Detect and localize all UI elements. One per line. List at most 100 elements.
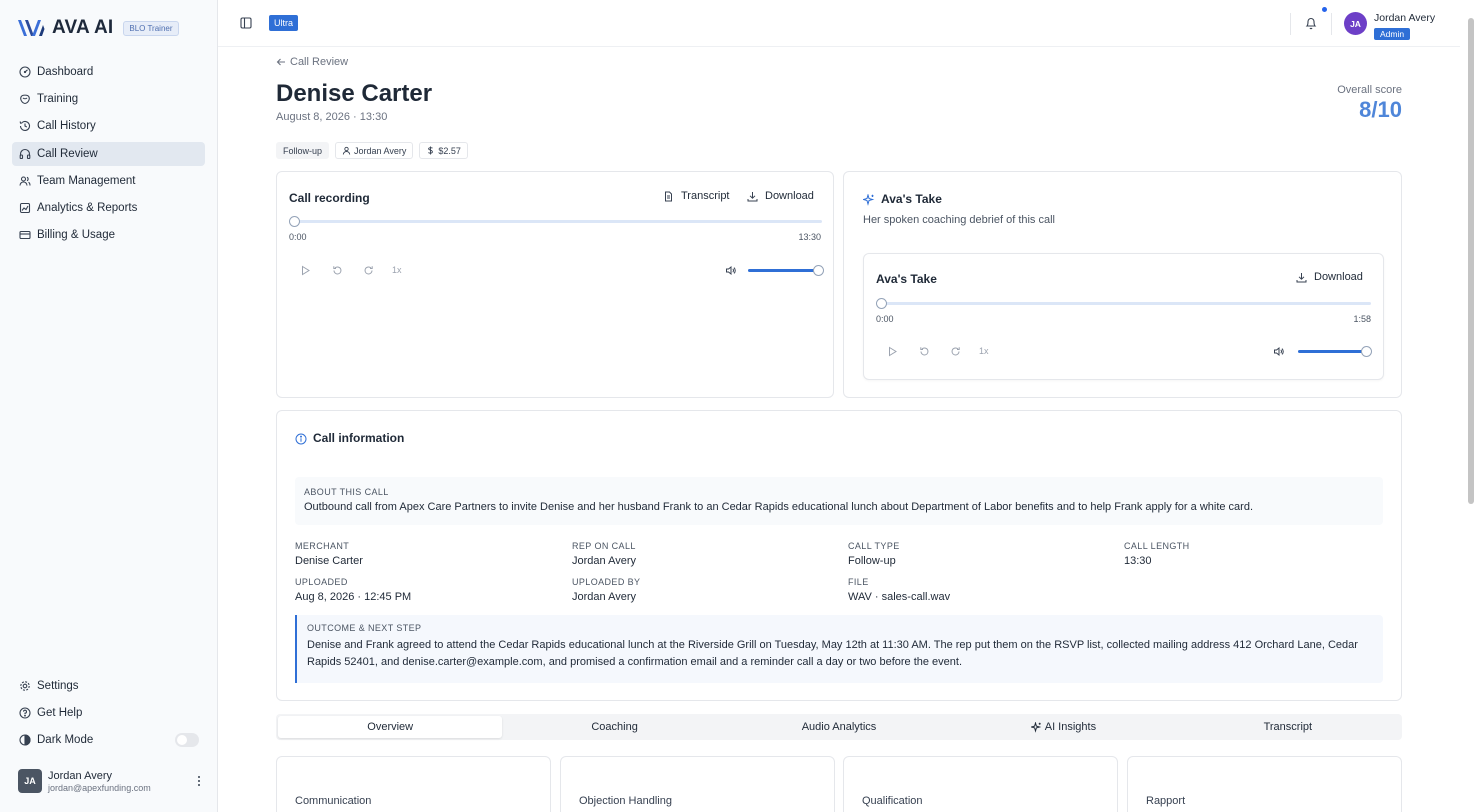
recording-progress-knob[interactable] — [289, 216, 300, 227]
field-caption: CALL LENGTH — [1124, 541, 1190, 551]
tab-audio-analytics[interactable]: Audio Analytics — [727, 716, 951, 738]
score-label: Overall score — [1337, 84, 1402, 96]
forward-icon[interactable] — [950, 346, 961, 357]
sidebar-item-team-management[interactable]: Team Management — [12, 169, 205, 193]
more-vertical-icon[interactable] — [194, 774, 204, 788]
tab-overview[interactable]: Overview — [278, 716, 503, 738]
download-ava-button[interactable]: Download — [1296, 271, 1363, 283]
brand-badge: BLO Trainer — [123, 20, 179, 36]
dark-mode-toggle[interactable] — [175, 733, 199, 748]
field-caption: CALL TYPE — [848, 541, 900, 551]
cost-chip-label: $2.57 — [438, 145, 461, 156]
metric-card-qualification: Qualification — [843, 756, 1118, 812]
settings-label: Settings — [37, 680, 79, 692]
field-value: Jordan Avery — [572, 555, 637, 567]
ava-player-title: Ava's Take — [876, 272, 937, 286]
play-icon[interactable] — [300, 265, 311, 276]
sidebar-item-analytics[interactable]: Analytics & Reports — [12, 196, 205, 220]
sidebar-toggle-icon[interactable] — [240, 17, 252, 29]
analytics-icon — [19, 202, 31, 213]
metric-label: Communication — [295, 795, 372, 807]
about-text: Outbound call from Apex Care Partners to… — [304, 501, 1254, 513]
sidebar-item-call-review[interactable]: Call Review — [12, 141, 205, 166]
recording-time-start: 0:00 — [289, 232, 307, 242]
ava-progress-knob[interactable] — [876, 298, 887, 309]
call-type-field: CALL TYPE Follow-up — [848, 541, 900, 567]
sidebar-item-billing[interactable]: Billing & Usage — [12, 223, 205, 247]
metric-card-rapport: Rapport — [1127, 756, 1402, 812]
field-value: Follow-up — [848, 555, 896, 567]
ava-volume-track[interactable] — [1298, 350, 1366, 353]
scrollbar[interactable] — [1468, 18, 1474, 504]
header-avatar[interactable]: JA — [1344, 12, 1367, 35]
sidebar-item-settings[interactable]: Settings — [12, 674, 205, 698]
field-value: 13:30 — [1124, 555, 1152, 567]
about-caption: ABOUT THIS CALL — [304, 487, 389, 497]
brand-name: AVA AI — [52, 17, 114, 38]
call-chips: Follow-up Jordan Avery $2.57 — [276, 142, 474, 159]
help-label: Get Help — [37, 707, 83, 720]
sidebar-item-training[interactable]: Training — [12, 87, 205, 111]
back-link[interactable]: Call Review — [276, 56, 348, 68]
recording-volume-track[interactable] — [748, 269, 818, 272]
tab-coaching[interactable]: Coaching — [502, 716, 726, 738]
tab-transcript[interactable]: Transcript — [1176, 716, 1400, 738]
sidebar-item-label: Call History — [37, 120, 96, 133]
call-info-title: Call information — [313, 431, 405, 445]
volume-icon[interactable] — [725, 265, 736, 276]
call-recording-card: Call recording Transcript Download 0:00 … — [276, 171, 834, 398]
review-tabs: Overview Coaching Audio Analytics AI Ins… — [276, 714, 1402, 740]
sidebar-item-label: Call Review — [37, 147, 98, 160]
sidebar: AVA AI BLO Trainer Dashboard Training Ca… — [0, 0, 218, 812]
sidebar-item-help[interactable]: Get Help — [12, 701, 205, 725]
forward-icon[interactable] — [363, 265, 374, 276]
outcome-next-step: OUTCOME & NEXT STEP Denise and Frank agr… — [295, 615, 1383, 683]
sidebar-user[interactable]: JA Jordan Avery jordan@apexfunding.com — [18, 769, 204, 793]
playback-speed[interactable]: 1x — [979, 346, 989, 356]
metric-card-objection-handling: Objection Handling — [560, 756, 835, 812]
file-field: FILE WAV · sales-call.wav — [848, 577, 950, 603]
recording-time-end: 13:30 — [798, 232, 821, 242]
brand[interactable]: AVA AI BLO Trainer — [17, 16, 179, 40]
dollar-icon — [428, 146, 434, 155]
sidebar-item-call-history[interactable]: Call History — [12, 114, 205, 138]
ava-volume-knob[interactable] — [1361, 346, 1372, 357]
divider — [1331, 13, 1332, 35]
plan-badge: Ultra — [269, 15, 299, 31]
about-this-call: ABOUT THIS CALL Outbound call from Apex … — [295, 477, 1383, 525]
top-header: Ultra JA Jordan Avery Admin — [218, 0, 1460, 47]
contrast-icon — [19, 734, 31, 746]
user-email: jordan@apexfunding.com — [48, 782, 151, 793]
download-recording-button[interactable]: Download — [747, 190, 814, 202]
rewind-icon[interactable] — [332, 265, 343, 276]
user-icon — [342, 146, 351, 155]
dashboard-icon — [19, 66, 31, 78]
divider — [1290, 13, 1291, 35]
sparkles-icon — [863, 194, 875, 206]
sidebar-item-label: Billing & Usage — [37, 229, 115, 242]
rewind-icon[interactable] — [919, 346, 930, 357]
header-user[interactable]: Jordan Avery Admin — [1374, 12, 1435, 42]
rep-chip-label: Jordan Avery — [354, 145, 407, 156]
bell-icon[interactable] — [1305, 16, 1317, 30]
download-label: Download — [765, 190, 814, 202]
ava-subtitle: Her spoken coaching debrief of this call — [863, 214, 1055, 226]
training-icon — [20, 94, 30, 105]
tab-ai-insights[interactable]: AI Insights — [951, 716, 1175, 738]
volume-icon[interactable] — [1273, 346, 1284, 357]
dark-mode-label: Dark Mode — [37, 734, 94, 747]
arrow-left-icon — [276, 58, 285, 66]
call-length-field: CALL LENGTH 13:30 — [1124, 541, 1190, 567]
sidebar-item-dashboard[interactable]: Dashboard — [12, 60, 205, 84]
playback-speed[interactable]: 1x — [392, 265, 402, 275]
gear-icon — [20, 681, 30, 691]
field-caption: REP ON CALL — [572, 541, 636, 551]
field-caption: UPLOADED — [295, 577, 348, 587]
field-value: Aug 8, 2026 · 12:45 PM — [295, 591, 412, 603]
sidebar-item-dark-mode[interactable]: Dark Mode — [12, 728, 205, 752]
recording-progress-track[interactable] — [294, 220, 822, 223]
ava-progress-track[interactable] — [881, 302, 1371, 305]
transcript-button[interactable]: Transcript — [663, 190, 730, 202]
recording-volume-knob[interactable] — [813, 265, 824, 276]
play-icon[interactable] — [887, 346, 898, 357]
